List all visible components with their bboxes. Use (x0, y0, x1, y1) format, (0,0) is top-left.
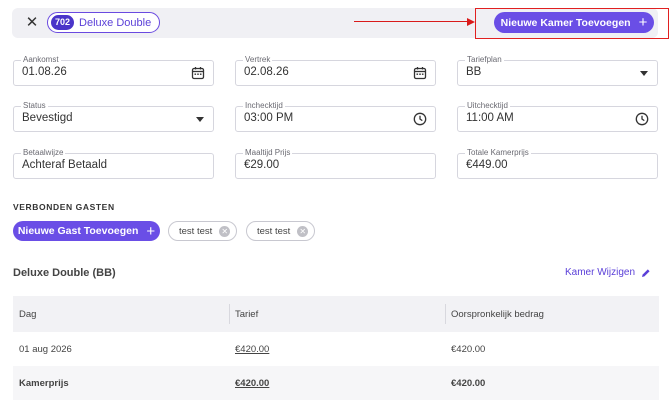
column-header-day: Dag (19, 308, 37, 320)
rate-link[interactable]: €420.00 (235, 344, 269, 355)
total-price-label: Totale Kamerprijs (465, 148, 531, 158)
column-header-rate: Tarief (229, 296, 445, 332)
chevron-down-icon[interactable] (640, 71, 648, 76)
rate-plan-select[interactable]: Tariefplan BB (457, 55, 658, 86)
close-icon[interactable]: ✕ (22, 13, 42, 33)
rate-plan-label: Tariefplan (465, 55, 504, 65)
status-select[interactable]: Status Bevestigd (13, 101, 214, 132)
checkin-label: Inchecktijd (243, 101, 285, 111)
calendar-icon[interactable] (191, 66, 205, 80)
total-rate-link[interactable]: €420.00 (235, 378, 269, 389)
cell-day: 01 aug 2026 (19, 343, 72, 355)
annotation-arrow-head (467, 18, 475, 26)
departure-label: Vertrek (243, 55, 273, 65)
calendar-icon[interactable] (413, 66, 427, 80)
departure-value: 02.08.26 (244, 66, 289, 78)
meal-price-label: Maaltijd Prijs (243, 148, 293, 158)
change-room-link[interactable]: Kamer Wijzigen (565, 267, 651, 278)
checkout-label: Uitchecktijd (465, 101, 510, 111)
checkin-time-field[interactable]: Inchecktijd 03:00 PM (235, 101, 436, 132)
plus-icon: + (146, 222, 156, 240)
arrival-label: Aankomst (21, 55, 61, 65)
linked-guests-title: VERBONDEN GASTEN (13, 202, 115, 212)
arrival-value: 01.08.26 (22, 66, 67, 78)
remove-guest-icon[interactable]: ✕ (219, 225, 231, 237)
guest-chip-name: test test (179, 225, 213, 237)
departure-field[interactable]: Vertrek 02.08.26 (235, 55, 436, 86)
table-row: 01 aug 2026 €420.00 €420.00 (13, 332, 659, 366)
guest-chip-name: test test (257, 225, 291, 237)
rates-table: Dag Tarief Oorspronkelijk bedrag 01 aug … (13, 296, 659, 400)
remove-guest-icon[interactable]: ✕ (297, 225, 309, 237)
payment-method-field[interactable]: Betaalwijze Achteraf Betaald (13, 148, 214, 179)
checkin-value: 03:00 PM (244, 112, 294, 124)
total-price-value: €449.00 (466, 159, 508, 171)
add-room-button[interactable]: Nieuwe Kamer Toevoegen + (494, 12, 654, 33)
add-room-label: Nieuwe Kamer Toevoegen (500, 16, 631, 29)
clock-icon[interactable] (635, 112, 649, 126)
table-total-row: Kamerprijs €420.00 €420.00 (13, 366, 659, 400)
status-value: Bevestigd (22, 112, 73, 124)
guest-chip[interactable]: test test ✕ (168, 221, 238, 241)
meal-price-value: €29.00 (244, 159, 280, 171)
room-name: Deluxe Double (79, 16, 152, 29)
room-section-title: Deluxe Double (BB) (13, 267, 116, 279)
clock-icon[interactable] (413, 112, 427, 126)
pencil-icon (642, 268, 650, 277)
payment-label: Betaalwijze (21, 148, 66, 158)
cell-total-rate: €420.00 (229, 366, 445, 400)
cell-original: €420.00 (451, 343, 486, 355)
plus-icon: + (638, 14, 648, 31)
room-number-badge: 702 (51, 15, 75, 30)
total-original: €420.00 (451, 377, 486, 389)
checkout-value: 11:00 AM (466, 112, 514, 124)
status-label: Status (21, 101, 48, 111)
add-guest-button[interactable]: Nieuwe Gast Toevoegen + (13, 221, 160, 241)
payment-value: Achteraf Betaald (22, 159, 108, 171)
chevron-down-icon[interactable] (196, 117, 204, 122)
column-header-original-amount: Oorspronkelijk bedrag (445, 296, 659, 332)
add-guest-label: Nieuwe Gast Toevoegen (17, 225, 139, 237)
change-room-label: Kamer Wijzigen (565, 267, 636, 278)
table-header-row: Dag Tarief Oorspronkelijk bedrag (13, 296, 659, 332)
rate-plan-value: BB (466, 66, 482, 78)
total-label: Kamerprijs (19, 377, 69, 389)
cell-rate: €420.00 (229, 332, 445, 366)
total-room-price-field[interactable]: Totale Kamerprijs €449.00 (457, 148, 658, 179)
guest-chip[interactable]: test test ✕ (246, 221, 316, 241)
checkout-time-field[interactable]: Uitchecktijd 11:00 AM (457, 101, 658, 132)
arrival-field[interactable]: Aankomst 01.08.26 (13, 55, 214, 86)
meal-price-field[interactable]: Maaltijd Prijs €29.00 (235, 148, 436, 179)
room-chip: 702 Deluxe Double (47, 12, 161, 33)
annotation-arrow-line (354, 21, 472, 22)
